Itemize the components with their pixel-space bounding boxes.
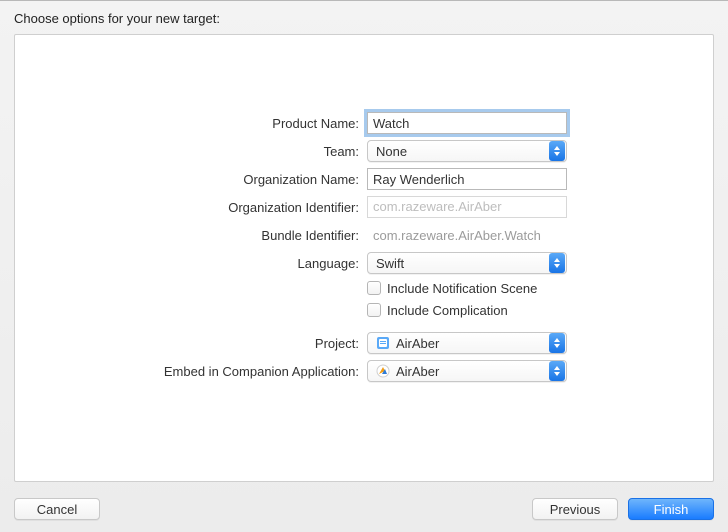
org-id-label: Organization Identifier:: [15, 200, 367, 215]
project-label: Project:: [15, 336, 367, 351]
stepper-icon: [549, 361, 565, 381]
language-label: Language:: [15, 256, 367, 271]
org-name-input[interactable]: [367, 168, 567, 190]
finish-button[interactable]: Finish: [628, 498, 714, 520]
project-popup[interactable]: AirAber: [367, 332, 567, 354]
language-value: Swift: [376, 256, 404, 271]
org-id-field: com.razeware.AirAber: [367, 196, 567, 218]
team-value: None: [376, 144, 407, 159]
app-icon: [376, 364, 390, 378]
notification-scene-label: Include Notification Scene: [387, 281, 537, 296]
dialog-footer: Cancel Previous Finish: [14, 498, 714, 520]
project-value: AirAber: [396, 336, 439, 351]
stepper-icon: [549, 141, 565, 161]
bundle-id-value: com.razeware.AirAber.Watch: [367, 225, 541, 246]
bundle-id-label: Bundle Identifier:: [15, 228, 367, 243]
team-label: Team:: [15, 144, 367, 159]
xcodeproj-icon: [376, 336, 390, 350]
form-panel: Product Name: Team: None Organiz: [14, 34, 714, 482]
dialog-header: Choose options for your new target:: [0, 1, 728, 34]
complication-checkbox[interactable]: [367, 303, 381, 317]
embed-label: Embed in Companion Application:: [15, 364, 367, 379]
org-name-label: Organization Name:: [15, 172, 367, 187]
stepper-icon: [549, 333, 565, 353]
product-name-input[interactable]: [367, 112, 567, 134]
product-name-label: Product Name:: [15, 116, 367, 131]
notification-scene-checkbox[interactable]: [367, 281, 381, 295]
team-popup[interactable]: None: [367, 140, 567, 162]
language-popup[interactable]: Swift: [367, 252, 567, 274]
dialog-sheet: Choose options for your new target: Prod…: [0, 0, 728, 532]
stepper-icon: [549, 253, 565, 273]
embed-popup[interactable]: AirAber: [367, 360, 567, 382]
embed-value: AirAber: [396, 364, 439, 379]
cancel-button[interactable]: Cancel: [14, 498, 100, 520]
complication-label: Include Complication: [387, 303, 508, 318]
previous-button[interactable]: Previous: [532, 498, 618, 520]
